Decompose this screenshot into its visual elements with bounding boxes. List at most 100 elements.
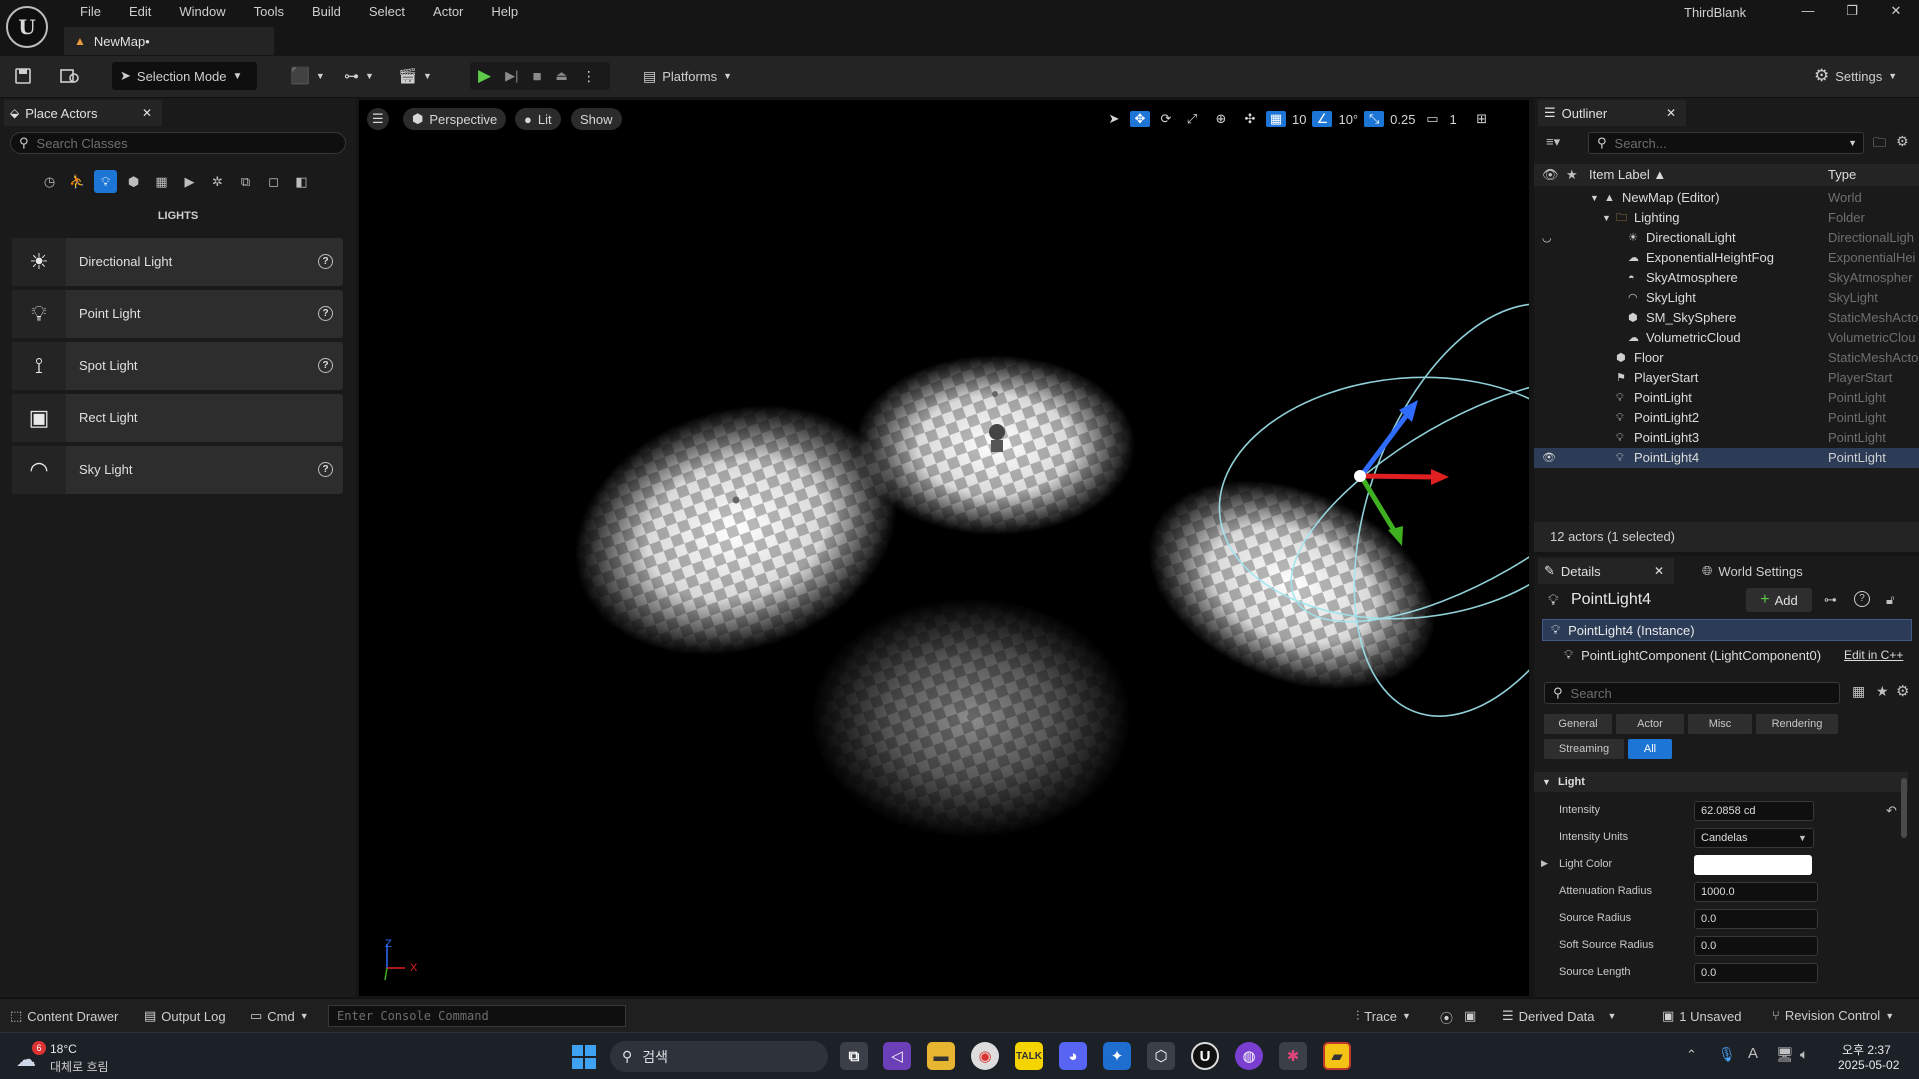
microphone-icon[interactable]: 🎙︎: [1718, 1046, 1736, 1063]
unsaved-button[interactable]: ▣ 1 Unsaved: [1662, 1008, 1741, 1024]
details-scrollbar[interactable]: [1901, 778, 1907, 838]
record-icon[interactable]: ⦿: [1440, 1008, 1453, 1027]
kakaotalk-icon[interactable]: TALK: [1015, 1042, 1043, 1070]
help-icon[interactable]: ?: [1854, 591, 1870, 607]
outliner-row[interactable]: 💡︎ PointLight PointLight: [1534, 388, 1919, 408]
light-section-header[interactable]: ▼ Light: [1534, 772, 1908, 792]
basic-icon[interactable]: ⛹: [66, 170, 89, 193]
outliner-row[interactable]: ☁ ExponentialHeightFog ExponentialHei: [1534, 248, 1919, 268]
outliner-search-input[interactable]: ⚲ Search... ▼: [1588, 132, 1864, 154]
outliner-row[interactable]: ⬢ SM_SkySphere StaticMeshActo: [1534, 308, 1919, 328]
menu-build[interactable]: Build: [298, 3, 355, 21]
add-actor-button[interactable]: ⬛ ▼: [290, 62, 325, 90]
close-window-button[interactable]: ✕: [1874, 0, 1918, 22]
edit-in-cpp-link[interactable]: Edit in C++: [1844, 648, 1903, 662]
source-length-input[interactable]: 0.0: [1694, 963, 1818, 983]
windows-start-icon[interactable]: [572, 1045, 596, 1069]
chrome-icon[interactable]: ◉: [971, 1042, 999, 1070]
outliner-row[interactable]: 💡︎ PointLight3 PointLight: [1534, 428, 1919, 448]
more-options-icon[interactable]: ⋮: [582, 68, 596, 85]
close-icon[interactable]: ✕: [1654, 564, 1664, 578]
grid-snap-icon[interactable]: ▦: [1266, 111, 1286, 127]
geometry-icon[interactable]: ✲: [206, 170, 229, 193]
menu-help[interactable]: Help: [477, 3, 532, 21]
outliner-row[interactable]: ▼ ▲ NewMap (Editor) World: [1534, 188, 1919, 208]
rotation-snap-icon[interactable]: ∠: [1312, 111, 1333, 127]
gear-icon[interactable]: ⚙: [1896, 133, 1909, 150]
sticky-notes-icon[interactable]: ▰: [1323, 1042, 1351, 1070]
table-view-icon[interactable]: ▦: [1852, 683, 1865, 700]
rotation-snap-value[interactable]: 10°: [1338, 112, 1358, 127]
stop-icon[interactable]: ■: [532, 68, 541, 85]
app-icon-hex[interactable]: ⬡: [1147, 1042, 1175, 1070]
outliner-row[interactable]: ☁ VolumetricCloud VolumetricClou: [1534, 328, 1919, 348]
blueprint-icon[interactable]: ⊶: [1824, 592, 1837, 608]
level-viewport[interactable]: ☰ ⬢ Perspective ● Lit Show ➤ ✥ ⟳ ⤢ ⊕ ✣ ▦…: [359, 100, 1529, 996]
file-explorer-icon[interactable]: ▬: [927, 1042, 955, 1070]
github-desktop-icon[interactable]: ◍: [1235, 1042, 1263, 1070]
taskbar-search[interactable]: ⚲ 검색: [610, 1041, 828, 1072]
actor-rect-light[interactable]: ▣ Rect Light: [12, 394, 343, 442]
visual-effects-icon[interactable]: ▶: [178, 170, 201, 193]
select-tool-icon[interactable]: ➤: [1104, 111, 1124, 127]
viewport-menu-button[interactable]: ☰: [367, 108, 389, 130]
clock-time[interactable]: 오후 2:37: [1842, 1041, 1891, 1058]
world-settings-tab[interactable]: 🌐︎ World Settings: [1702, 558, 1803, 584]
revision-control-dropdown[interactable]: ⑂ Revision Control ▼: [1772, 1008, 1894, 1023]
unreal-taskbar-icon[interactable]: U: [1191, 1042, 1219, 1070]
trace-dropdown[interactable]: ⫶ Trace ▼: [1356, 1008, 1411, 1024]
cinematics-button[interactable]: 🎬︎ ▼: [398, 62, 432, 90]
camera-speed-icon[interactable]: ▭: [1421, 111, 1443, 127]
outliner-tab[interactable]: ☰ Outliner ✕: [1538, 100, 1686, 126]
shapes-icon[interactable]: ⬢: [122, 170, 145, 193]
outliner-row[interactable]: ◡ ☀ DirectionalLight DirectionalLigh: [1534, 228, 1919, 248]
extra-icon[interactable]: ◧: [290, 170, 313, 193]
visual-studio-icon[interactable]: ◁: [883, 1042, 911, 1070]
screenshot-icon[interactable]: ▣: [1464, 1008, 1476, 1024]
actor-name-field[interactable]: PointLight4: [1571, 591, 1651, 609]
maximize-viewport-icon[interactable]: ⊞: [1471, 111, 1493, 127]
source-control-icon[interactable]: [60, 62, 80, 90]
console-command-input[interactable]: Enter Console Command: [328, 1005, 626, 1027]
weather-widget[interactable]: ☁ 6: [14, 1041, 48, 1071]
outliner-row[interactable]: ⬢ Floor StaticMeshActo: [1534, 348, 1919, 368]
filter-actor[interactable]: Actor: [1616, 714, 1684, 734]
app-icon-blue[interactable]: ✦: [1103, 1042, 1131, 1070]
reset-icon[interactable]: ↶: [1886, 803, 1897, 819]
derived-data-dropdown[interactable]: ☰ Derived Data ▼: [1502, 1008, 1616, 1024]
menu-window[interactable]: Window: [165, 3, 239, 21]
chevron-up-icon[interactable]: ⌃: [1686, 1047, 1697, 1063]
minimize-button[interactable]: —: [1786, 0, 1830, 22]
soft-source-radius-input[interactable]: 0.0: [1694, 936, 1818, 956]
light-color-swatch[interactable]: [1694, 855, 1812, 875]
help-icon[interactable]: ?: [318, 462, 333, 477]
perspective-button[interactable]: ⬢ Perspective: [403, 108, 507, 130]
grid-snap-value[interactable]: 10: [1292, 112, 1306, 127]
save-icon[interactable]: [14, 62, 32, 90]
task-view-icon[interactable]: ⧉: [840, 1042, 868, 1070]
filter-rendering[interactable]: Rendering: [1756, 714, 1838, 734]
unreal-logo[interactable]: U: [6, 6, 48, 48]
translate-tool-icon[interactable]: ✥: [1130, 111, 1150, 127]
menu-tools[interactable]: Tools: [240, 3, 298, 21]
eject-icon[interactable]: ⏏: [556, 68, 568, 84]
actor-spot-light[interactable]: ⟟ Spot Light ?: [12, 342, 343, 390]
camera-speed-value[interactable]: 1: [1449, 112, 1456, 127]
place-actors-tab[interactable]: ⬙ Place Actors ✕: [4, 100, 162, 126]
outliner-row[interactable]: ▼ 🗀︎ Lighting Folder: [1534, 208, 1919, 228]
menu-file[interactable]: File: [66, 3, 115, 21]
menu-actor[interactable]: Actor: [419, 3, 477, 21]
all-classes-icon[interactable]: ◻: [262, 170, 285, 193]
type-column[interactable]: Type: [1828, 164, 1856, 186]
scale-tool-icon[interactable]: ⤢: [1182, 111, 1202, 127]
rotate-tool-icon[interactable]: ⟳: [1156, 111, 1176, 127]
lock-icon[interactable]: 🔓︎: [1886, 592, 1894, 608]
filter-all[interactable]: All: [1628, 739, 1672, 759]
component-row[interactable]: 💡︎ PointLightComponent (LightComponent0): [1564, 644, 1821, 666]
filter-misc[interactable]: Misc: [1688, 714, 1752, 734]
settings-dropdown[interactable]: ⚙ Settings ▼: [1814, 62, 1897, 90]
surface-snap-icon[interactable]: ✣: [1240, 111, 1260, 127]
platforms-dropdown[interactable]: ▤ Platforms ▼: [643, 62, 732, 90]
help-icon[interactable]: ?: [318, 306, 333, 321]
menu-edit[interactable]: Edit: [115, 3, 165, 21]
